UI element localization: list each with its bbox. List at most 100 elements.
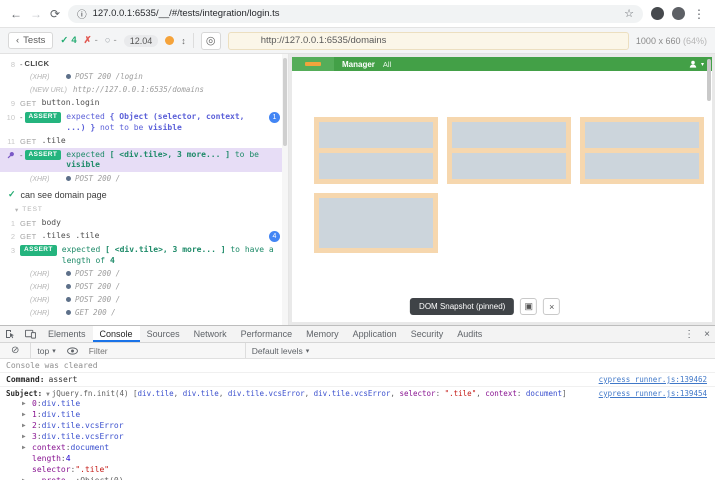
tab-performance[interactable]: Performance (234, 326, 300, 342)
cypress-toolbar: ‹ Tests ✓ 4 ✗ - ○ - 12.04 ↕ ◎ http://127… (0, 28, 715, 54)
log-row[interactable]: 2GET.tiles .tile4 (0, 230, 288, 244)
snapshot-label: DOM Snapshot (pinned) (410, 298, 514, 315)
log-row[interactable]: (XHR)GET 200 / (0, 307, 288, 320)
test-title[interactable]: ✓can see domain page (0, 185, 288, 203)
scrollbar-thumb[interactable] (283, 58, 287, 146)
caret-down-icon: ▾ (52, 347, 56, 355)
log-row[interactable]: (XHR)POST 200 / (0, 294, 288, 307)
user-icon[interactable] (689, 60, 697, 68)
profile-avatar[interactable] (672, 7, 685, 20)
object-preview-segment: , (174, 389, 183, 398)
property-key: length (32, 454, 61, 463)
devtools-close-icon[interactable]: × (699, 326, 715, 342)
app-tile[interactable] (447, 117, 571, 184)
site-info-icon[interactable]: ⓘ (77, 7, 87, 21)
reload-icon[interactable]: ⟳ (50, 8, 60, 20)
back-icon[interactable]: ← (10, 8, 22, 20)
app-tile[interactable] (314, 193, 438, 253)
expand-arrow-icon: ▶ (22, 421, 29, 430)
extension-icon[interactable] (651, 7, 664, 20)
log-row[interactable]: 3ASSERTexpected [ <div.tile>, 3 more... … (0, 244, 288, 268)
command-label: Command: (6, 375, 45, 384)
app-tile[interactable] (580, 117, 704, 184)
log-row[interactable]: (NEW URL)http://127.0.0.1:6535/domains (0, 84, 288, 97)
tab-memory[interactable]: Memory (299, 326, 346, 342)
nav-caret-icon[interactable]: ▾ (701, 61, 704, 68)
log-row[interactable]: 1GETbody (0, 216, 288, 230)
command-name: CLICK (25, 59, 50, 69)
property-value: ".tile" (75, 465, 109, 474)
reporter-scrollbar[interactable] (282, 54, 288, 325)
eye-icon[interactable] (62, 347, 83, 355)
test-title-text: can see domain page (21, 190, 107, 200)
console-filter-input[interactable] (89, 346, 239, 356)
property-value: div.tile.vcsError (42, 432, 124, 441)
app-brand[interactable]: Manager (342, 60, 375, 69)
address-bar[interactable]: ⓘ 127.0.0.1:6535/__/#/tests/integration/… (68, 5, 643, 23)
subject-log-line[interactable]: Subject:▼jQuery.fn.init(4) [div.tile, di… (6, 389, 591, 398)
log-section-header[interactable]: ▾TEST (0, 203, 288, 216)
check-icon: ✓ (60, 35, 68, 46)
object-property[interactable]: ▶0: div.tile (6, 398, 707, 409)
log-row[interactable]: (XHR)POST 200 /login (0, 71, 288, 84)
assert-message: expected { Object (selector, context, ..… (66, 112, 263, 133)
command-selector: .tile (42, 136, 280, 146)
tab-console[interactable]: Console (93, 326, 140, 342)
devtools-menu-icon[interactable]: ⋮ (679, 326, 699, 342)
console-message: Console was cleared (0, 359, 715, 373)
tab-sources[interactable]: Sources (140, 326, 187, 342)
expand-arrow-icon (22, 454, 29, 463)
object-property[interactable]: selector: ".tile" (6, 464, 707, 475)
app-logo[interactable] (292, 57, 334, 71)
element-count-badge: 1 (269, 112, 280, 123)
tab-audits[interactable]: Audits (450, 326, 489, 342)
tile-content-box (585, 122, 699, 148)
snapshot-toggle-button[interactable]: ▣ (520, 298, 537, 315)
object-property[interactable]: ▶3: div.tile.vcsError (6, 431, 707, 442)
device-toolbar-icon[interactable] (20, 326, 41, 342)
snapshot-close-button[interactable]: × (543, 298, 560, 315)
tab-security[interactable]: Security (404, 326, 451, 342)
object-property[interactable]: ▶context: document (6, 442, 707, 453)
inspect-element-icon[interactable] (0, 326, 20, 342)
log-row[interactable]: -ASSERTexpected [ <div.tile>, 3 more... … (0, 148, 288, 172)
nav-item-all[interactable]: All (383, 60, 391, 69)
tab-network[interactable]: Network (187, 326, 234, 342)
log-row[interactable]: (XHR)POST 200 / (0, 268, 288, 281)
scale-toggle-icon[interactable]: ↕ (181, 36, 186, 46)
preview-scrollbar[interactable] (707, 59, 711, 101)
log-row[interactable]: 10-ASSERTexpected { Object (selector, co… (0, 111, 288, 135)
element-count-badge: 4 (269, 231, 280, 242)
command-selector: button.login (42, 98, 280, 108)
clear-console-icon[interactable]: ⊘ (6, 345, 24, 356)
source-link[interactable]: cypress_runner.js:139462 (599, 375, 707, 384)
log-row[interactable]: 9GETbutton.login (0, 97, 288, 111)
chrome-menu-icon[interactable]: ⋮ (693, 8, 705, 20)
log-levels-selector[interactable]: Default levels ▾ (252, 346, 310, 356)
app-tile[interactable] (314, 117, 438, 184)
object-property[interactable]: length: 4 (6, 453, 707, 464)
forward-icon[interactable]: → (30, 8, 42, 20)
frame-selector[interactable]: top ▾ (37, 346, 55, 356)
log-row[interactable]: 11GET.tile (0, 134, 288, 148)
caret-down-icon: ▾ (15, 206, 19, 214)
tests-button[interactable]: ‹ Tests (8, 32, 53, 49)
aut-url-field[interactable]: http://127.0.0.1:6535/domains (228, 32, 629, 50)
object-property[interactable]: ▶2: div.tile.vcsError (6, 420, 707, 431)
log-row[interactable]: 8-CLICK (0, 57, 288, 71)
source-link[interactable]: cypress_runner.js:139454 (599, 389, 707, 398)
object-property[interactable]: ▶1: div.tile (6, 409, 707, 420)
tab-application[interactable]: Application (346, 326, 404, 342)
log-row[interactable]: (XHR)POST 200 / (0, 281, 288, 294)
selector-playground-button[interactable]: ◎ (201, 32, 221, 50)
log-row[interactable]: (XHR)POST 200 / (0, 172, 288, 185)
pending-icon: ○ (105, 35, 111, 46)
object-preview-segment: div.tile.vcsError (228, 389, 305, 398)
request-type-label: (NEW URL) (30, 85, 67, 95)
expand-arrow-icon: ▶ (22, 476, 29, 480)
tab-elements[interactable]: Elements (41, 326, 93, 342)
bookmark-star-icon[interactable]: ☆ (624, 7, 634, 20)
object-property[interactable]: ▶__proto__: Object(0) (6, 475, 707, 480)
url-text: 127.0.0.1:6535/__/#/tests/integration/lo… (93, 8, 280, 19)
request-dot-icon (66, 284, 71, 289)
